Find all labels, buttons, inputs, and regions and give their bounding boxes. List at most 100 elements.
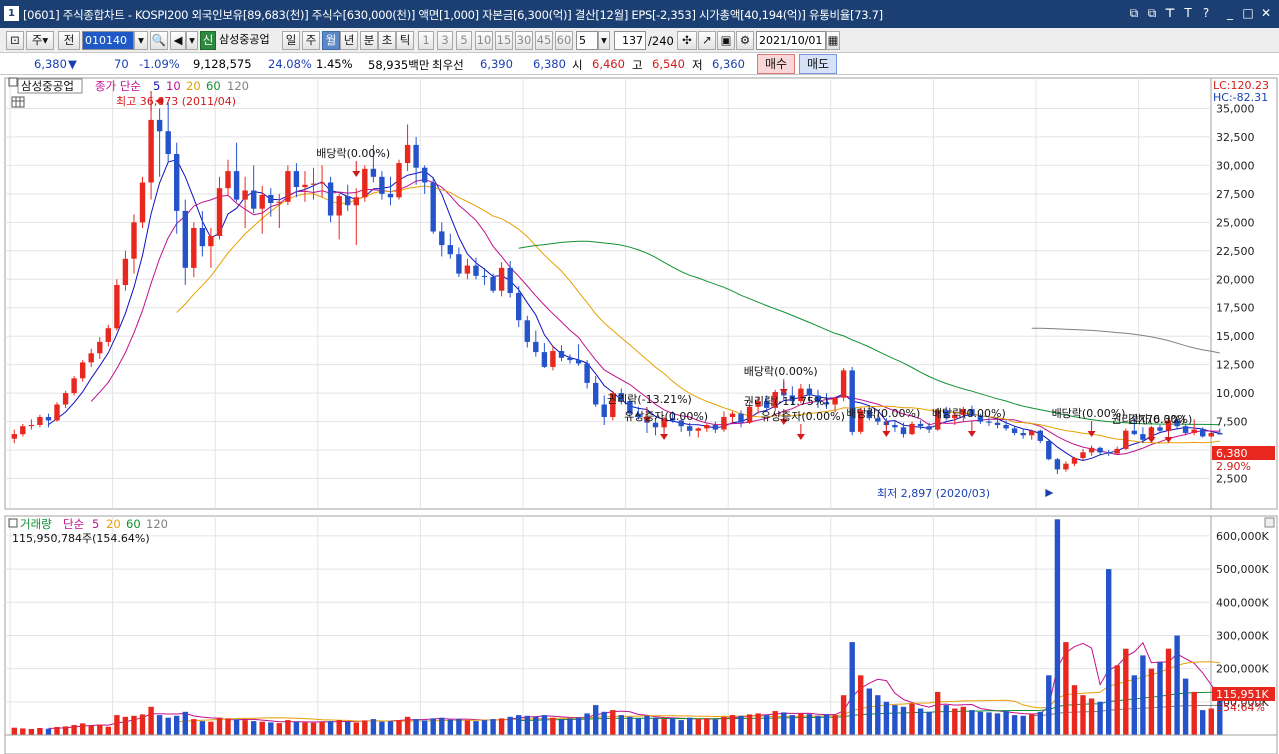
price-tick-label: 25,000 [1216,216,1255,229]
interval-dropdown-icon[interactable]: ▾ [598,31,610,50]
volume-bar [20,728,26,735]
sell-button[interactable]: 매도 [799,54,837,74]
volume-bar [276,723,282,735]
interval-45[interactable]: 45 [535,31,553,50]
low-price: 6,360 [712,57,745,71]
buy-button[interactable]: 매수 [757,54,795,74]
maximize-button[interactable]: □ [1240,5,1256,21]
period-month[interactable]: 월 [322,31,340,50]
candle-body [1054,459,1061,470]
window-number-icon[interactable]: 1 [4,6,19,21]
volume-total: 115,950,784주(154.64%) [12,532,150,545]
candle-body [165,131,171,154]
volume-bar [1140,655,1146,735]
candle-body [370,168,377,177]
candle-body [156,119,163,132]
interval-30[interactable]: 30 [515,31,533,50]
stock-chart[interactable]: 2,5005,0007,50010,00012,50015,00017,5002… [0,75,1279,754]
volume-bar [900,706,907,735]
code-dropdown-icon[interactable]: ▾ [134,31,148,50]
candle-body [191,228,197,268]
sound-icon[interactable]: ◀ [170,31,186,50]
crosshair-icon[interactable]: ✣ [677,31,697,50]
period-minute[interactable]: 분 [360,31,378,50]
volume-bar [1037,711,1043,735]
volume-panel-close-icon[interactable] [1264,517,1275,528]
volume-bar [302,722,308,735]
volume-bar [88,725,94,735]
new-badge[interactable]: 신 [200,31,216,50]
candle-body [276,201,282,203]
volume-bar [652,717,659,735]
close-button[interactable]: ✕ [1258,5,1274,21]
volume-bar [789,715,795,735]
volume-bar [541,715,548,735]
interval-5[interactable]: 5 [456,31,472,50]
help-icon[interactable]: ? [1198,5,1214,21]
volume-tick-label: 500,000K [1216,563,1269,576]
candle-body [353,197,359,206]
mode-button[interactable]: 전 [58,31,80,50]
volume-bar [1131,675,1137,735]
count-input[interactable]: 137 [614,31,646,50]
volume-bar [806,714,813,735]
volume-bar [199,721,206,735]
volume-bar [174,715,180,735]
chart-settings-icon[interactable]: ⊡ [6,31,24,50]
interval-1[interactable]: 1 [418,31,434,50]
text-size-icon[interactable]: T [1180,5,1196,21]
volume-bar [1106,569,1112,735]
volume-bar [952,708,958,735]
save-icon[interactable]: ▣ [717,31,735,50]
candle-body [62,393,69,405]
price-panel[interactable] [4,77,1212,510]
candle-body [310,183,317,185]
period-tick[interactable]: 틱 [396,31,414,50]
date-input[interactable]: 2021/10/01 [756,31,826,50]
volume-bar [148,706,154,735]
sound-dropdown-icon[interactable]: ▾ [186,31,198,50]
gear-icon[interactable]: ⚙ [736,31,754,50]
period-type-select[interactable]: 주▾ [26,31,54,50]
stock-code-input[interactable]: 010140 [82,31,134,50]
volume-bar [139,714,146,735]
drawing-tool-icon[interactable]: ↗ [698,31,716,50]
vol-ma20-label: 20 [106,517,121,531]
open-price: 6,460 [592,57,625,71]
interval-input[interactable]: 5 [576,31,598,50]
best-ask: 6,390 [480,57,513,71]
volume-bar [960,706,966,735]
price-tick-label: 15,000 [1216,330,1255,343]
volume-bar [156,715,163,735]
period-second[interactable]: 초 [378,31,396,50]
chart-area[interactable]: 2,5005,0007,50010,00012,50015,00017,5002… [0,75,1279,754]
change-percent: -1.09% [139,57,180,71]
trade-volume: 9,128,575 [193,57,252,71]
event-annotation: 권리락(-11.75%) [744,395,829,408]
period-year[interactable]: 년 [340,31,358,50]
volume-tick-label: 300,000K [1216,629,1269,642]
ma10-label: 10 [166,79,181,93]
interval-60[interactable]: 60 [555,31,573,50]
pin-icon[interactable]: ⊤ [1162,5,1178,21]
price-tick-label: 32,500 [1216,131,1255,144]
low-label: 저 [692,58,703,72]
copy-window-icon[interactable]: ⧉ [1144,5,1160,21]
event-annotation: 유상증자(0.00%) [761,410,845,423]
interval-10[interactable]: 10 [475,31,493,50]
event-annotation: 권리락(-13.21%) [607,393,692,406]
candle-body [1157,427,1163,431]
period-day[interactable]: 일 [282,31,300,50]
minimize-button[interactable]: _ [1222,5,1238,21]
volume-bar [575,717,582,735]
interval-3[interactable]: 3 [437,31,453,50]
interval-15[interactable]: 15 [495,31,513,50]
volume-bar [584,713,590,735]
period-week[interactable]: 주 [302,31,320,50]
volume-bar [858,675,864,735]
calendar-icon[interactable]: ▦ [826,31,840,50]
current-price: 6,380 [34,57,67,71]
link-icon[interactable]: ⧉ [1126,5,1142,21]
time-axis[interactable] [4,734,1278,754]
search-icon[interactable]: 🔍 [150,31,168,50]
